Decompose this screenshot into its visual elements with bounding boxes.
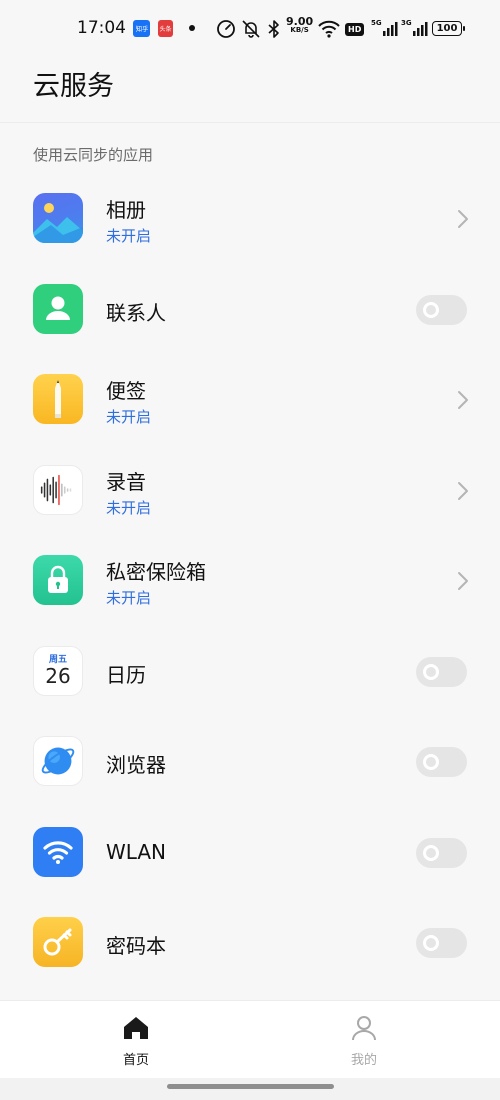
list-item-wlan: WLAN: [0, 806, 500, 897]
nav-mine[interactable]: 我的: [324, 1015, 404, 1068]
page-title: 云服务: [33, 71, 114, 102]
list-item-calendar: 周五 26 日历: [0, 625, 500, 716]
sync-toggle[interactable]: [416, 294, 467, 325]
header-divider: [0, 122, 500, 123]
wifi-icon: [33, 826, 83, 877]
sync-status: 未开启: [106, 589, 152, 607]
gallery-icon: [33, 193, 83, 243]
list-item-recorder[interactable]: 录音 未开启: [0, 444, 500, 535]
sync-status: 未开启: [106, 498, 152, 517]
app-name: 私密保险箱: [106, 560, 206, 584]
app-name: 浏览器: [106, 753, 166, 777]
app-name: 密码本: [106, 934, 166, 958]
chevron-right-icon[interactable]: [456, 571, 470, 591]
list-item-gallery[interactable]: 相册 未开启: [0, 172, 500, 263]
app-list: 相册 未开启 联系人 便签 未开启 录音 未开启 私密保险箱 未开启 周五 26…: [0, 172, 500, 987]
app-name: 录音: [106, 469, 146, 494]
speedometer-icon: [216, 18, 236, 40]
sync-status: 未开启: [106, 227, 152, 245]
sync-toggle[interactable]: [416, 656, 467, 687]
app-name: 便签: [106, 379, 146, 403]
app-name: 联系人: [106, 300, 166, 325]
home-indicator[interactable]: [167, 1084, 334, 1089]
notes-icon: [33, 374, 83, 424]
list-item-contacts: 联系人: [0, 263, 500, 354]
sync-status: 未开启: [106, 408, 152, 426]
nav-home-label: 首页: [122, 1053, 149, 1068]
hd-voice-icon: HD: [345, 18, 365, 40]
mute-bell-icon: [240, 18, 262, 40]
private-safe-icon: [33, 555, 83, 605]
calendar-day: 26: [45, 664, 71, 688]
browser-icon: [33, 736, 83, 786]
chevron-right-icon[interactable]: [456, 209, 470, 229]
more-notifications-dot: [189, 25, 195, 31]
list-item-private-safe[interactable]: 私密保险箱 未开启: [0, 534, 500, 625]
bluetooth-icon: [267, 18, 281, 40]
sync-toggle[interactable]: [416, 747, 467, 777]
chevron-right-icon[interactable]: [456, 390, 470, 410]
battery-icon: 100: [432, 21, 465, 36]
app-name: 日历: [106, 662, 146, 687]
person-icon: [352, 1016, 376, 1041]
list-item-notes[interactable]: 便签 未开启: [0, 353, 500, 444]
sync-toggle[interactable]: [416, 837, 467, 868]
sync-toggle[interactable]: [416, 928, 467, 958]
bottom-navigation: 首页 我的: [0, 1000, 500, 1078]
toutiao-notification-icon: 头条: [158, 20, 173, 37]
network-speed: 9.00 KB/S: [286, 15, 314, 34]
zhihu-notification-icon: 知乎: [133, 20, 150, 37]
list-item-browser: 浏览器: [0, 715, 500, 806]
section-label: 使用云同步的应用: [33, 146, 154, 164]
home-icon: [124, 1017, 148, 1039]
chevron-right-icon[interactable]: [456, 481, 470, 501]
gesture-area: [0, 1078, 500, 1100]
recorder-icon: [33, 464, 83, 515]
app-name: 相册: [106, 198, 146, 222]
wifi-status-icon: [318, 18, 340, 40]
key-icon: [33, 917, 83, 967]
cloud-service-screen: 17:04 知乎 头条 9.00 KB/S HD 5G 3G 100 云服务 使…: [0, 0, 500, 1100]
signal-3g-icon: 3G: [401, 18, 428, 40]
nav-home[interactable]: 首页: [96, 1015, 176, 1068]
nav-mine-label: 我的: [350, 1053, 377, 1068]
contacts-icon: [33, 283, 83, 334]
signal-5g-icon: 5G: [371, 18, 398, 40]
status-time: 17:04: [77, 18, 126, 38]
list-item-password-book: 密码本: [0, 896, 500, 987]
app-name: WLAN: [106, 839, 167, 864]
calendar-icon: 周五 26: [33, 645, 83, 696]
status-bar: 17:04 知乎 头条 9.00 KB/S HD 5G 3G 100: [0, 0, 500, 58]
